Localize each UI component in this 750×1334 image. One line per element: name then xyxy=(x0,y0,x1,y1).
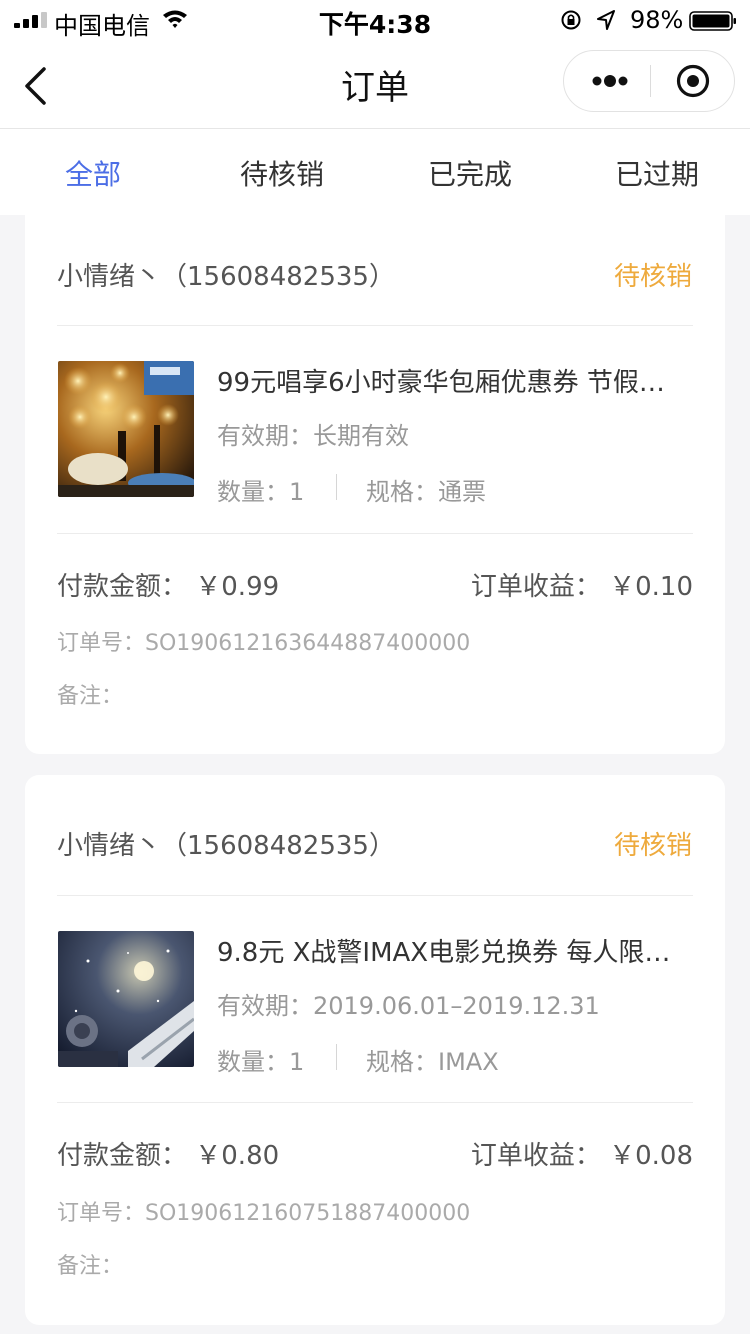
payment-amount: 付款金额： ￥0.80 xyxy=(57,1141,280,1171)
status-bar: 中国电信 下午4:38 98% xyxy=(0,0,750,40)
status-badge: 待核销 xyxy=(613,262,692,292)
capsule-divider xyxy=(650,65,651,97)
spec: 规格：IMAX xyxy=(366,1048,499,1076)
mini-program-capsule xyxy=(563,50,735,112)
order-earnings: 订单收益： ￥0.08 xyxy=(470,1141,693,1171)
order-card[interactable]: 小情绪丶（15608482535） 待核销 xyxy=(25,200,725,754)
order-card[interactable]: 小情绪丶（15608482535） 待核销 xyxy=(25,775,725,1325)
location-arrow-icon xyxy=(597,10,615,30)
tab-expired[interactable]: 已过期 xyxy=(615,153,699,193)
divider xyxy=(57,1102,693,1103)
battery-percent: 98% xyxy=(630,6,684,34)
product-title: 99元唱享6小时豪华包厢优惠券 节假日通用 xyxy=(217,368,677,398)
order-earnings: 订单收益： ￥0.10 xyxy=(470,572,693,602)
validity-period: 有效期：2019.06.01–2019.12.31 xyxy=(217,992,600,1020)
payment-amount: 付款金额： ￥0.99 xyxy=(57,572,280,602)
order-remark: 备注： xyxy=(57,684,124,709)
tab-completed[interactable]: 已完成 xyxy=(428,153,512,193)
xmen-poster-image xyxy=(58,931,194,1067)
order-remark: 备注： xyxy=(57,1254,124,1279)
divider xyxy=(57,895,693,896)
spec: 规格：通票 xyxy=(366,478,486,506)
rotation-lock-icon xyxy=(561,10,581,30)
quantity: 数量：1 xyxy=(217,478,305,506)
spec-separator xyxy=(336,474,337,500)
order-number: 订单号：SO190612160751887400000 xyxy=(57,1201,471,1226)
close-target-icon[interactable] xyxy=(676,64,710,98)
quantity: 数量：1 xyxy=(217,1048,305,1076)
divider xyxy=(57,325,693,326)
ktv-photo-image xyxy=(58,361,194,497)
status-badge: 待核销 xyxy=(613,831,692,861)
order-number: 订单号：SO190612163644887400000 xyxy=(57,631,471,656)
product-image[interactable] xyxy=(58,361,194,497)
nav-bar: 订单 xyxy=(0,40,750,129)
product-image[interactable] xyxy=(58,931,194,1067)
battery-icon xyxy=(689,11,736,31)
divider xyxy=(57,533,693,534)
spec-separator xyxy=(336,1044,337,1070)
tab-pending[interactable]: 待核销 xyxy=(240,153,324,193)
validity-period: 有效期：长期有效 xyxy=(217,422,409,450)
buyer-name: 小情绪丶（15608482535） xyxy=(57,262,395,292)
more-icon[interactable] xyxy=(590,71,630,91)
product-title: 9.8元 X战警IMAX电影兑换券 每人限购一张 xyxy=(217,938,677,968)
tab-all[interactable]: 全部 xyxy=(65,153,121,193)
buyer-name: 小情绪丶（15608482535） xyxy=(57,831,395,861)
